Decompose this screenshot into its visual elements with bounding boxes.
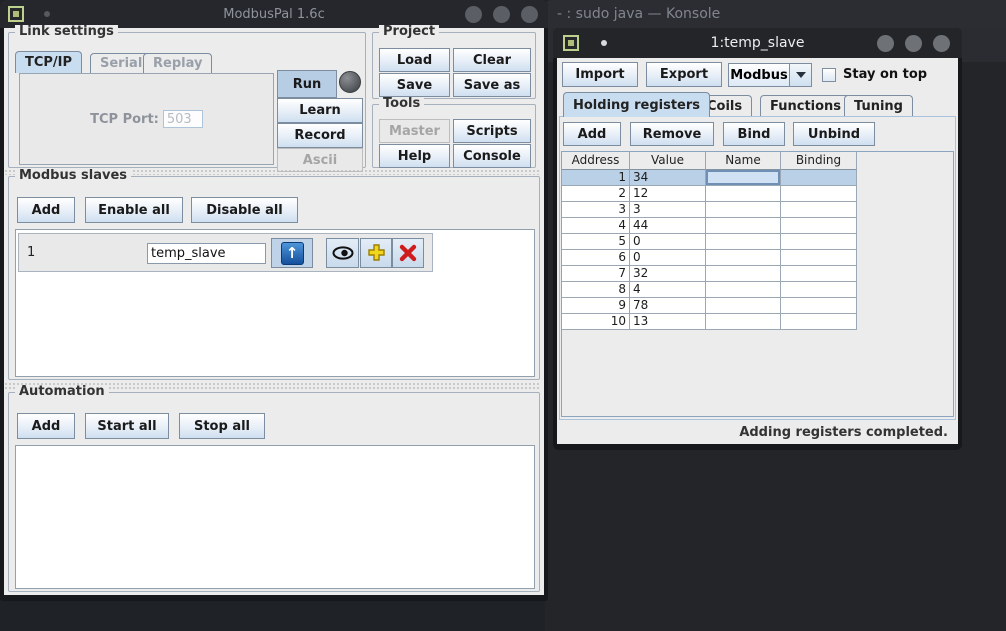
window-close-button[interactable] — [933, 35, 950, 52]
table-header: Address Value Name Binding — [562, 152, 953, 170]
table-row[interactable]: 2 12 — [562, 186, 857, 202]
add-slave-button[interactable]: Add — [17, 197, 75, 223]
table-row[interactable]: 4 44 — [562, 218, 857, 234]
automation-group: Automation Add Start all Stop all — [8, 392, 540, 592]
registers-scrollpane: Address Value Name Binding 1 34 2 12 — [561, 151, 954, 417]
link-status-led-icon — [339, 71, 361, 93]
tab-tuning[interactable]: Tuning — [844, 95, 913, 116]
master-button: Master — [379, 119, 450, 143]
chevron-down-icon — [796, 72, 806, 78]
table-row[interactable]: 5 0 — [562, 234, 857, 250]
table-row[interactable]: 9 78 — [562, 298, 857, 314]
temp-slave-window: 1:temp_slave Import Export Modbus Stay o… — [553, 28, 962, 450]
col-binding[interactable]: Binding — [781, 152, 857, 170]
table-row[interactable]: 10 13 — [562, 314, 857, 330]
mode-combobox-value: Modbus — [729, 64, 789, 86]
modbus-slaves-title: Modbus slaves — [15, 169, 131, 183]
combobox-arrow-button[interactable] — [789, 64, 811, 86]
link-settings-title: Link settings — [15, 25, 118, 39]
tcpip-tab-panel: TCP Port: — [19, 73, 274, 165]
slave-id: 1 — [27, 245, 35, 260]
focused-cell[interactable] — [706, 170, 781, 186]
show-slave-button[interactable] — [326, 238, 359, 268]
console-button[interactable]: Console — [453, 144, 531, 168]
save-button[interactable]: Save — [379, 73, 450, 97]
add-register-button[interactable]: Add — [563, 122, 621, 146]
duplicate-slave-button[interactable] — [360, 238, 392, 268]
window-close-button[interactable] — [521, 6, 538, 23]
project-title: Project — [379, 25, 439, 39]
bind-button[interactable]: Bind — [723, 122, 785, 146]
konsole-title: - : sudo java — Konsole — [557, 6, 720, 22]
tab-tcpip[interactable]: TCP/IP — [15, 51, 82, 73]
window-minimize-button[interactable] — [465, 6, 482, 23]
slave-name-field[interactable] — [147, 243, 266, 264]
export-button[interactable]: Export — [646, 62, 722, 87]
slave-list: 1 ↑ — [15, 229, 535, 377]
window-maximize-button[interactable] — [493, 6, 510, 23]
link-settings-group: Link settings TCP/IP Serial Replay TCP P… — [8, 32, 366, 168]
unbind-button[interactable]: Unbind — [793, 122, 875, 146]
slave-row: 1 ↑ — [18, 233, 433, 272]
stop-all-button[interactable]: Stop all — [179, 413, 265, 439]
table-row[interactable]: 6 0 — [562, 250, 857, 266]
tcp-port-label: TCP Port: — [90, 112, 159, 127]
start-all-button[interactable]: Start all — [85, 413, 169, 439]
table-body: 1 34 2 12 3 3 4 44 — [562, 170, 857, 330]
col-name[interactable]: Name — [706, 152, 781, 170]
save-as-button[interactable]: Save as — [453, 73, 531, 97]
remove-register-button[interactable]: Remove — [630, 122, 714, 146]
tools-group: Tools Master Scripts Help Console — [372, 104, 536, 168]
col-address[interactable]: Address — [562, 152, 630, 170]
modbuspal-window: ModbusPal 1.6c Link settings TCP/IP Seri… — [0, 0, 548, 601]
clear-button[interactable]: Clear — [453, 48, 531, 72]
table-row[interactable]: 7 32 — [562, 266, 857, 282]
mode-combobox[interactable]: Modbus — [728, 63, 812, 87]
run-button[interactable]: Run — [277, 70, 337, 98]
konsole-titlebar[interactable]: - : sudo java — Konsole — [545, 0, 1006, 28]
stay-on-top-label: Stay on top — [843, 67, 927, 82]
plus-icon — [366, 243, 386, 263]
disable-all-button[interactable]: Disable all — [191, 197, 298, 223]
record-button[interactable]: Record — [277, 123, 363, 148]
add-automation-button[interactable]: Add — [17, 413, 75, 439]
tab-functions[interactable]: Functions — [760, 95, 851, 116]
temp-slave-titlebar[interactable]: 1:temp_slave — [553, 28, 962, 58]
tcp-port-field — [163, 110, 203, 128]
enable-slave-toggle[interactable]: ↑ — [271, 238, 313, 268]
tab-replay: Replay — [143, 53, 212, 73]
scripts-button[interactable]: Scripts — [453, 119, 531, 143]
tab-holding-registers[interactable]: Holding registers — [563, 92, 710, 117]
enable-all-button[interactable]: Enable all — [85, 197, 183, 223]
status-bar: Adding registers completed. — [557, 421, 958, 444]
temp-slave-content: Import Export Modbus Stay on top Holding… — [557, 58, 958, 444]
project-group: Project Load Clear Save Save as — [372, 32, 536, 99]
close-icon — [399, 244, 417, 262]
table-row[interactable]: 3 3 — [562, 202, 857, 218]
col-value[interactable]: Value — [630, 152, 706, 170]
status-text: Adding registers completed. — [739, 425, 948, 440]
help-button[interactable]: Help — [379, 144, 450, 168]
learn-button[interactable]: Learn — [277, 98, 363, 123]
window-minimize-button[interactable] — [877, 35, 894, 52]
stay-on-top-checkbox[interactable] — [822, 68, 836, 82]
automation-title: Automation — [15, 385, 109, 399]
automation-list — [15, 445, 535, 589]
modbus-slaves-group: Modbus slaves Add Enable all Disable all… — [8, 176, 540, 380]
table-row[interactable]: 1 34 — [562, 170, 857, 186]
tools-title: Tools — [379, 97, 424, 111]
eye-icon — [332, 246, 354, 260]
window-maximize-button[interactable] — [905, 35, 922, 52]
table-row[interactable]: 8 4 — [562, 282, 857, 298]
delete-slave-button[interactable] — [392, 238, 424, 268]
up-arrow-icon: ↑ — [281, 242, 304, 265]
import-button[interactable]: Import — [562, 62, 638, 87]
modbuspal-content: Link settings TCP/IP Serial Replay TCP P… — [4, 28, 544, 595]
load-button[interactable]: Load — [379, 48, 450, 72]
